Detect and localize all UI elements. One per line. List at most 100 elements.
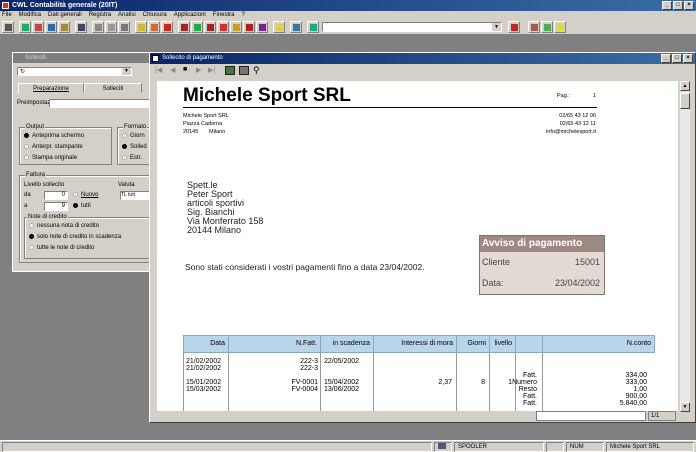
report-icon[interactable] bbox=[45, 21, 57, 33]
note-credito-label: Note di credito bbox=[27, 214, 68, 221]
analisi-icon[interactable] bbox=[32, 21, 44, 33]
minimize-button[interactable]: _ bbox=[662, 1, 672, 10]
last-page-icon[interactable]: ▶| bbox=[208, 66, 215, 74]
fattura-group: Fattura Livello sollecito Valuta da 0 Nu… bbox=[19, 172, 158, 263]
copy-icon[interactable] bbox=[105, 21, 117, 33]
menu-analisi[interactable]: Analisi bbox=[118, 11, 136, 20]
preimpost-input[interactable] bbox=[49, 99, 153, 108]
radio-icon bbox=[24, 133, 29, 138]
output-label: Output bbox=[25, 124, 46, 131]
menu-modifica[interactable]: Modifica bbox=[19, 11, 41, 20]
document-icon bbox=[152, 55, 159, 62]
ledger-icon[interactable] bbox=[191, 21, 203, 33]
paste-icon[interactable] bbox=[118, 21, 130, 33]
note-tutte[interactable]: tutte le note di credito bbox=[29, 245, 94, 252]
chart-icon[interactable] bbox=[148, 21, 160, 33]
valuta-input[interactable]: TL tutt bbox=[120, 191, 150, 200]
tab-solleciti[interactable]: Solleciti bbox=[84, 83, 142, 93]
settings-icon[interactable] bbox=[528, 21, 540, 33]
menu-dati-generali[interactable]: Dati generali bbox=[48, 11, 82, 20]
nuovo-option[interactable]: Nuovo bbox=[73, 192, 98, 199]
output-stampa-originale[interactable]: Stampa originale bbox=[24, 155, 77, 162]
spooler-icon[interactable] bbox=[434, 442, 452, 452]
vertical-scrollbar[interactable]: ▲ ▼ bbox=[680, 81, 690, 412]
palette-icon[interactable] bbox=[541, 21, 553, 33]
chevron-down-icon[interactable]: ▼ bbox=[122, 68, 131, 75]
formato-estr[interactable]: Estr. bbox=[122, 155, 142, 162]
first-page-icon[interactable]: |◀ bbox=[155, 66, 162, 74]
close-period-icon[interactable] bbox=[243, 21, 255, 33]
doc-close-button[interactable]: × bbox=[683, 54, 693, 63]
menu-help[interactable]: ? bbox=[241, 11, 244, 20]
output-anteprima-schermo[interactable]: Anteprima schermo bbox=[24, 133, 84, 140]
export-icon[interactable] bbox=[225, 66, 235, 75]
menu-file[interactable]: File bbox=[2, 11, 12, 20]
col-data: Data bbox=[184, 336, 229, 352]
refresh-icon: ↻ bbox=[20, 69, 26, 75]
output-group: Output Anteprima schermo Anterpr. stampa… bbox=[19, 124, 112, 165]
radio-icon bbox=[24, 155, 29, 160]
accounts-icon[interactable] bbox=[204, 21, 216, 33]
web-icon[interactable] bbox=[307, 21, 319, 33]
a-label: a bbox=[24, 203, 28, 209]
scroll-thumb[interactable] bbox=[680, 93, 690, 109]
output-anterpr-stampante[interactable]: Anterpr. stampante bbox=[24, 144, 83, 151]
search-icon[interactable] bbox=[290, 21, 302, 33]
close-button[interactable]: × bbox=[684, 1, 694, 10]
a-input[interactable]: 9 bbox=[44, 202, 68, 211]
cut-icon[interactable] bbox=[92, 21, 104, 33]
main-toolbar: ▼ bbox=[0, 20, 696, 35]
invoice-table: Data N.Fatt. in scadenza Interessi di mo… bbox=[183, 335, 655, 411]
stop-icon[interactable]: ■ bbox=[183, 66, 187, 73]
da-input[interactable]: 0 bbox=[44, 191, 68, 200]
formato-solled[interactable]: Solled bbox=[122, 144, 147, 151]
menu-finestra[interactable]: Finestra bbox=[213, 11, 235, 20]
color-icon[interactable] bbox=[256, 21, 268, 33]
col-tipo bbox=[516, 336, 543, 352]
note-nessuna[interactable]: nessuna nota di credito bbox=[29, 223, 99, 230]
col-giorni: Giorni bbox=[457, 336, 490, 352]
list-icon[interactable] bbox=[75, 21, 87, 33]
zoom-icon[interactable]: ⚲ bbox=[253, 65, 260, 76]
scroll-down-icon[interactable]: ▼ bbox=[680, 402, 690, 412]
scroll-up-icon[interactable]: ▲ bbox=[680, 81, 690, 91]
radio-icon bbox=[29, 245, 34, 250]
col-livello: livello bbox=[490, 336, 516, 352]
doc-minimize-button[interactable]: _ bbox=[661, 54, 671, 63]
next-page-icon[interactable]: ▶ bbox=[196, 66, 201, 74]
table-icon[interactable] bbox=[178, 21, 190, 33]
radio-icon bbox=[73, 203, 78, 208]
page-status: 1/1 bbox=[536, 411, 676, 421]
menu-registra[interactable]: Registra bbox=[89, 11, 111, 20]
radio-icon bbox=[29, 234, 34, 239]
cliente-label: Cliente bbox=[482, 257, 511, 267]
help-icon[interactable] bbox=[554, 21, 566, 33]
grid-icon[interactable] bbox=[161, 21, 173, 33]
tutti-option[interactable]: tutti bbox=[73, 203, 91, 210]
chevron-down-icon[interactable]: ▼ bbox=[492, 23, 501, 31]
note-solo-scadenza[interactable]: solo note di credito in scadenza bbox=[29, 234, 121, 241]
doc-maximize-button[interactable]: □ bbox=[672, 54, 682, 63]
toolbar-combo[interactable]: ▼ bbox=[322, 22, 502, 32]
print-icon[interactable] bbox=[239, 66, 249, 75]
radio-icon bbox=[122, 144, 127, 149]
tab-preparazione[interactable]: Preparazione bbox=[18, 83, 84, 93]
maximize-button[interactable]: □ bbox=[673, 1, 683, 10]
formato-giorn[interactable]: Giorn bbox=[122, 133, 145, 140]
alert-icon[interactable] bbox=[508, 21, 520, 33]
menu-chiusura[interactable]: Chiusura bbox=[143, 11, 167, 20]
sollecito-window: Sollecito di pagamento _ □ × |◀ ◀ ■ ▶ ▶|… bbox=[149, 52, 696, 423]
user-icon[interactable] bbox=[58, 21, 70, 33]
col-nconto: N.conto bbox=[626, 340, 651, 347]
formato-label: Formato bbox=[123, 124, 148, 131]
balance-icon[interactable] bbox=[217, 21, 229, 33]
calendar-icon[interactable] bbox=[135, 21, 147, 33]
folder-icon[interactable] bbox=[273, 21, 285, 33]
budget-icon[interactable] bbox=[230, 21, 242, 33]
print-icon[interactable] bbox=[2, 21, 14, 33]
registra-icon[interactable] bbox=[19, 21, 31, 33]
status-message bbox=[2, 442, 432, 452]
prev-page-icon[interactable]: ◀ bbox=[170, 66, 175, 74]
menu-applicazioni[interactable]: Applicazioni bbox=[174, 11, 206, 20]
solleciti-combo[interactable]: ↻ ▼ bbox=[17, 67, 132, 76]
